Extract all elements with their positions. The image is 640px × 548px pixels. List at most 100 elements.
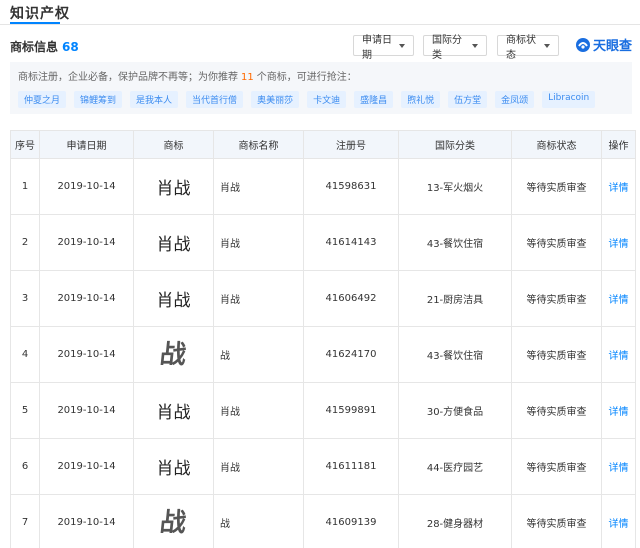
cell-index: 5 [21, 405, 29, 416]
cell-intl-class: 44-医疗园艺 [426, 463, 484, 474]
table-cell: 详情 [601, 494, 636, 548]
table-cell: 41609139 [303, 494, 399, 548]
cell-trademark-name: 肖战 [220, 239, 240, 250]
recommend-chip[interactable]: 伍方堂 [448, 91, 488, 108]
cell-status: 等待实质审查 [526, 239, 587, 250]
table-cell: 等待实质审查 [511, 270, 602, 327]
cell-registration-number: 41609139 [325, 517, 377, 528]
table-cell: 肖战 [133, 438, 214, 495]
cell-trademark-name: 肖战 [220, 463, 240, 474]
detail-link[interactable]: 详情 [609, 183, 629, 194]
table-cell: 战 [213, 326, 304, 383]
brand-logo: 天眼查 [575, 35, 632, 54]
cell-trademark-name: 肖战 [220, 407, 240, 418]
recommend-chip[interactable]: 锦鲤筹到 [74, 91, 123, 108]
table-cell: 战 [133, 326, 214, 383]
recommend-chip[interactable]: 盛隆昌 [354, 91, 394, 108]
table-cell: 详情 [601, 270, 636, 327]
column-header: 注册号 [303, 130, 399, 159]
cell-index: 1 [21, 181, 29, 192]
page-title: 知识产权 [10, 6, 70, 22]
recommend-chip[interactable]: 仲夏之月 [18, 91, 67, 108]
detail-link[interactable]: 详情 [609, 295, 629, 306]
table-cell: 41606492 [303, 270, 399, 327]
chevron-down-icon [544, 43, 550, 48]
recommend-chip[interactable]: 当代首行僧 [186, 91, 244, 108]
cell-registration-number: 41614143 [325, 237, 377, 248]
cell-trademark-name: 肖战 [220, 183, 240, 194]
table-cell: 肖战 [213, 270, 304, 327]
column-header: 商标名称 [213, 130, 304, 159]
trademark-label: 商标信息 [10, 40, 59, 54]
cell-status: 等待实质审查 [526, 295, 587, 306]
detail-link[interactable]: 详情 [609, 463, 629, 474]
table-cell: 肖战 [213, 158, 304, 215]
table-cell: 2019-10-14 [39, 158, 134, 215]
cell-trademark-name: 战 [220, 351, 230, 362]
table-cell: 28-健身器材 [398, 494, 512, 548]
cell-index: 4 [21, 349, 29, 360]
table-cell: 2019-10-14 [39, 494, 134, 548]
table-cell: 肖战 [133, 158, 214, 215]
recommend-text-before: 商标注册，企业必备，保护品牌不再等；为你推荐 [18, 72, 238, 83]
tianyancha-logo-icon [575, 37, 590, 52]
table-row: 2 2019-10-14 肖战 肖战 41614143 43-餐饮住宿 等待实质审查 详情 [10, 214, 636, 271]
table-cell: 肖战 [133, 214, 214, 271]
cell-apply-date: 2019-10-14 [57, 181, 116, 192]
recommend-chip[interactable]: 是我本人 [130, 91, 179, 108]
table-header-row: 序号 申请日期 商标 商标名称 注册号 国际分类 商标状态 操作 [10, 130, 636, 159]
table-cell: 41614143 [303, 214, 399, 271]
table-cell: 肖战 [213, 214, 304, 271]
recommend-chip[interactable]: 金凤颂 [495, 91, 535, 108]
cell-index: 7 [21, 517, 29, 528]
detail-link[interactable]: 详情 [609, 407, 629, 418]
recommend-chip[interactable]: 奥美丽莎 [251, 91, 300, 108]
cell-registration-number: 41606492 [325, 293, 377, 304]
recommend-chip[interactable]: Libracoin [542, 91, 596, 108]
filter-status[interactable]: 商标状态 [497, 35, 559, 61]
detail-link[interactable]: 详情 [609, 239, 629, 250]
cell-status: 等待实质审查 [526, 351, 587, 362]
recommend-chip[interactable]: 煦礼悦 [401, 91, 441, 108]
recommend-banner: 商标注册，企业必备，保护品牌不再等；为你推荐 11 个商标，可进行抢注： 仲夏之月 … [10, 62, 632, 114]
table-cell: 详情 [601, 158, 636, 215]
table-cell: 肖战 [133, 270, 214, 327]
table-cell: 战 [133, 494, 214, 548]
column-header: 操作 [601, 130, 636, 159]
cell-status: 等待实质审查 [526, 407, 587, 418]
detail-link[interactable]: 详情 [609, 351, 629, 362]
cell-intl-class: 43-餐饮住宿 [426, 239, 484, 250]
table-row: 6 2019-10-14 肖战 肖战 41611181 44-医疗园艺 等待实质审查 详情 [10, 438, 636, 495]
table-row: 1 2019-10-14 肖战 肖战 41598631 13-军火烟火 等待实质审查 详情 [10, 158, 636, 215]
column-header: 商标状态 [511, 130, 602, 159]
table-cell: 44-医疗园艺 [398, 438, 512, 495]
trademark-table: 序号 申请日期 商标 商标名称 注册号 国际分类 商标状态 操作 1 2019-1… [10, 130, 636, 548]
table-cell: 41599891 [303, 382, 399, 439]
cell-registration-number: 41598631 [325, 181, 377, 192]
cell-trademark-image: 肖战 [156, 235, 191, 255]
cell-apply-date: 2019-10-14 [57, 237, 116, 248]
table-row: 4 2019-10-14 战 战 41624170 43-餐饮住宿 等待实质审查 详情 [10, 326, 636, 383]
chevron-down-icon [399, 43, 405, 48]
cell-intl-class: 21-厨房洁具 [426, 295, 484, 306]
cell-trademark-image: 战 [158, 339, 189, 370]
divider [0, 24, 640, 25]
column-header: 商标 [133, 130, 214, 159]
table-cell: 7 [10, 494, 40, 548]
table-cell: 2019-10-14 [39, 382, 134, 439]
table-cell: 6 [10, 438, 40, 495]
table-cell: 30-方便食品 [398, 382, 512, 439]
cell-index: 3 [21, 293, 29, 304]
table-cell: 等待实质审查 [511, 494, 602, 548]
cell-index: 6 [21, 461, 29, 472]
recommend-chip[interactable]: 卡文迪 [307, 91, 347, 108]
filter-intl-class[interactable]: 国际分类 [423, 35, 487, 61]
filter-apply-date[interactable]: 申请日期 [353, 35, 414, 61]
cell-apply-date: 2019-10-14 [57, 461, 116, 472]
filter-label: 商标状态 [506, 34, 536, 61]
cell-trademark-image: 肖战 [156, 403, 191, 423]
detail-link[interactable]: 详情 [609, 519, 629, 530]
cell-status: 等待实质审查 [526, 463, 587, 474]
cell-apply-date: 2019-10-14 [57, 293, 116, 304]
table-cell: 2019-10-14 [39, 326, 134, 383]
